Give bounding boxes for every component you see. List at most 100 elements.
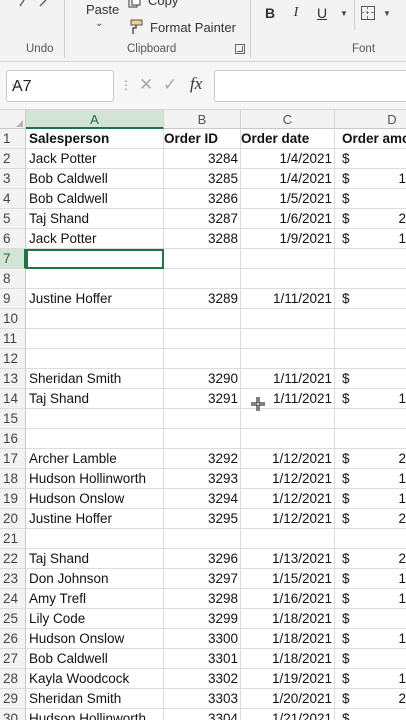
cell-order-amount[interactable] bbox=[335, 349, 406, 369]
cell-order-amount[interactable]: $ bbox=[335, 289, 406, 309]
row-header[interactable]: 4 bbox=[0, 189, 26, 209]
row-header[interactable]: 1 bbox=[0, 129, 26, 149]
paste-chevron-icon[interactable]: ⌄ bbox=[95, 18, 103, 29]
cell-order-id[interactable]: 3295 bbox=[164, 509, 241, 529]
cell-salesperson[interactable]: Sheridan Smith bbox=[26, 689, 164, 709]
cell-order-date[interactable]: 1/19/2021 bbox=[241, 669, 335, 689]
row-header[interactable]: 17 bbox=[0, 449, 26, 469]
cell-order-amount[interactable]: $2 bbox=[335, 509, 406, 529]
cell-order-date[interactable] bbox=[241, 349, 335, 369]
cell-salesperson[interactable] bbox=[26, 269, 164, 289]
cell-order-date[interactable]: 1/12/2021 bbox=[241, 469, 335, 489]
row-header[interactable]: 13 bbox=[0, 369, 26, 389]
cell-salesperson[interactable] bbox=[26, 529, 164, 549]
cell-salesperson[interactable]: Jack Potter bbox=[26, 149, 164, 169]
row-header[interactable]: 21 bbox=[0, 529, 26, 549]
cell-order-date[interactable]: 1/16/2021 bbox=[241, 589, 335, 609]
paste-button[interactable]: Paste bbox=[86, 2, 119, 17]
cell-order-date[interactable] bbox=[241, 249, 335, 269]
cell-order-amount[interactable]: $1 bbox=[335, 469, 406, 489]
cell-salesperson[interactable]: Justine Hoffer bbox=[26, 289, 164, 309]
fx-icon[interactable]: fx bbox=[190, 74, 202, 94]
cell-order-id[interactable]: 3294 bbox=[164, 489, 241, 509]
cell-order-amount[interactable]: $ bbox=[335, 149, 406, 169]
cell-order-amount[interactable]: $1 bbox=[335, 669, 406, 689]
bold-button[interactable]: B bbox=[261, 5, 279, 21]
cell-salesperson[interactable]: Archer Lamble bbox=[26, 449, 164, 469]
row-header[interactable]: 3 bbox=[0, 169, 26, 189]
cell-order-id[interactable]: 3288 bbox=[164, 229, 241, 249]
active-cell[interactable] bbox=[26, 249, 164, 269]
cell-order-id[interactable]: 3302 bbox=[164, 669, 241, 689]
row-header[interactable]: 2 bbox=[0, 149, 26, 169]
name-box-chevron-icon[interactable]: ⌵ bbox=[12, 79, 106, 92]
cell-order-amount[interactable]: $2 bbox=[335, 449, 406, 469]
cell-order-amount[interactable] bbox=[335, 269, 406, 289]
cell-order-date[interactable]: 1/18/2021 bbox=[241, 609, 335, 629]
cell-salesperson[interactable]: Taj Shand bbox=[26, 209, 164, 229]
cell-order-date[interactable]: 1/11/2021 bbox=[241, 369, 335, 389]
cell-salesperson[interactable] bbox=[26, 409, 164, 429]
cell-order-id[interactable]: 3299 bbox=[164, 609, 241, 629]
row-header[interactable]: 14 bbox=[0, 389, 26, 409]
cell-order-date[interactable] bbox=[241, 529, 335, 549]
row-header[interactable]: 23 bbox=[0, 569, 26, 589]
cell-salesperson[interactable]: Sheridan Smith bbox=[26, 369, 164, 389]
cell-salesperson[interactable] bbox=[26, 309, 164, 329]
cell-order-id[interactable] bbox=[164, 309, 241, 329]
row-header[interactable]: 10 bbox=[0, 309, 26, 329]
row-header[interactable]: 16 bbox=[0, 429, 26, 449]
cell-salesperson[interactable]: Hudson Hollinworth bbox=[26, 709, 164, 720]
cell-order-id[interactable] bbox=[164, 329, 241, 349]
row-header[interactable]: 20 bbox=[0, 509, 26, 529]
cell-salesperson[interactable]: Taj Shand bbox=[26, 549, 164, 569]
row-header[interactable]: 22 bbox=[0, 549, 26, 569]
cell-order-date[interactable]: 1/4/2021 bbox=[241, 149, 335, 169]
name-box[interactable]: A7 ⌵ bbox=[6, 70, 114, 102]
cell-salesperson[interactable]: Hudson Hollinworth bbox=[26, 469, 164, 489]
cell-order-id[interactable]: 3284 bbox=[164, 149, 241, 169]
cell-order-id[interactable]: 3287 bbox=[164, 209, 241, 229]
row-header[interactable]: 5 bbox=[0, 209, 26, 229]
row-header[interactable]: 29 bbox=[0, 689, 26, 709]
cell-salesperson[interactable]: Bob Caldwell bbox=[26, 169, 164, 189]
cell-order-amount[interactable] bbox=[335, 309, 406, 329]
cell-salesperson[interactable]: Hudson Onslow bbox=[26, 489, 164, 509]
cell-salesperson[interactable]: Justine Hoffer bbox=[26, 509, 164, 529]
cell-order-id[interactable]: 3304 bbox=[164, 709, 241, 720]
cell-order-id[interactable] bbox=[164, 429, 241, 449]
cell-salesperson[interactable] bbox=[26, 349, 164, 369]
cell-order-amount[interactable]: $ bbox=[335, 649, 406, 669]
cell-order-amount[interactable]: $1 bbox=[335, 629, 406, 649]
row-header[interactable]: 26 bbox=[0, 629, 26, 649]
cell-order-amount[interactable]: $ bbox=[335, 609, 406, 629]
cell-order-date[interactable]: 1/18/2021 bbox=[241, 629, 335, 649]
cell-order-date[interactable]: 1/5/2021 bbox=[241, 189, 335, 209]
row-header[interactable]: 9 bbox=[0, 289, 26, 309]
cell-order-date[interactable] bbox=[241, 329, 335, 349]
cell-order-id[interactable]: 3300 bbox=[164, 629, 241, 649]
cell-order-date[interactable] bbox=[241, 309, 335, 329]
row-header[interactable]: 11 bbox=[0, 329, 26, 349]
cell-order-date[interactable]: 1/6/2021 bbox=[241, 209, 335, 229]
format-painter-button[interactable]: Format Painter bbox=[128, 19, 236, 35]
borders-icon[interactable] bbox=[361, 6, 375, 20]
cell-order-date[interactable]: 1/21/2021 bbox=[241, 709, 335, 720]
cell-order-date[interactable]: 1/13/2021 bbox=[241, 549, 335, 569]
row-header[interactable]: 25 bbox=[0, 609, 26, 629]
enter-icon[interactable]: ✓ bbox=[163, 75, 177, 95]
cell-order-id[interactable] bbox=[164, 249, 241, 269]
cell-order-date[interactable]: 1/15/2021 bbox=[241, 569, 335, 589]
cell-order-amount[interactable]: $1 bbox=[335, 389, 406, 409]
cell-order-id[interactable]: 3296 bbox=[164, 549, 241, 569]
column-header-a[interactable]: A bbox=[26, 110, 164, 129]
underline-button[interactable]: U bbox=[313, 5, 331, 21]
cell-salesperson[interactable]: Lily Code bbox=[26, 609, 164, 629]
undo-icon[interactable] bbox=[18, 0, 48, 10]
cell-order-date[interactable] bbox=[241, 409, 335, 429]
cell-salesperson[interactable]: Bob Caldwell bbox=[26, 189, 164, 209]
cell-order-id[interactable]: 3303 bbox=[164, 689, 241, 709]
cell-salesperson[interactable]: Taj Shand bbox=[26, 389, 164, 409]
borders-chevron-icon[interactable]: ▼ bbox=[383, 9, 391, 18]
cell-order-id[interactable]: 3293 bbox=[164, 469, 241, 489]
